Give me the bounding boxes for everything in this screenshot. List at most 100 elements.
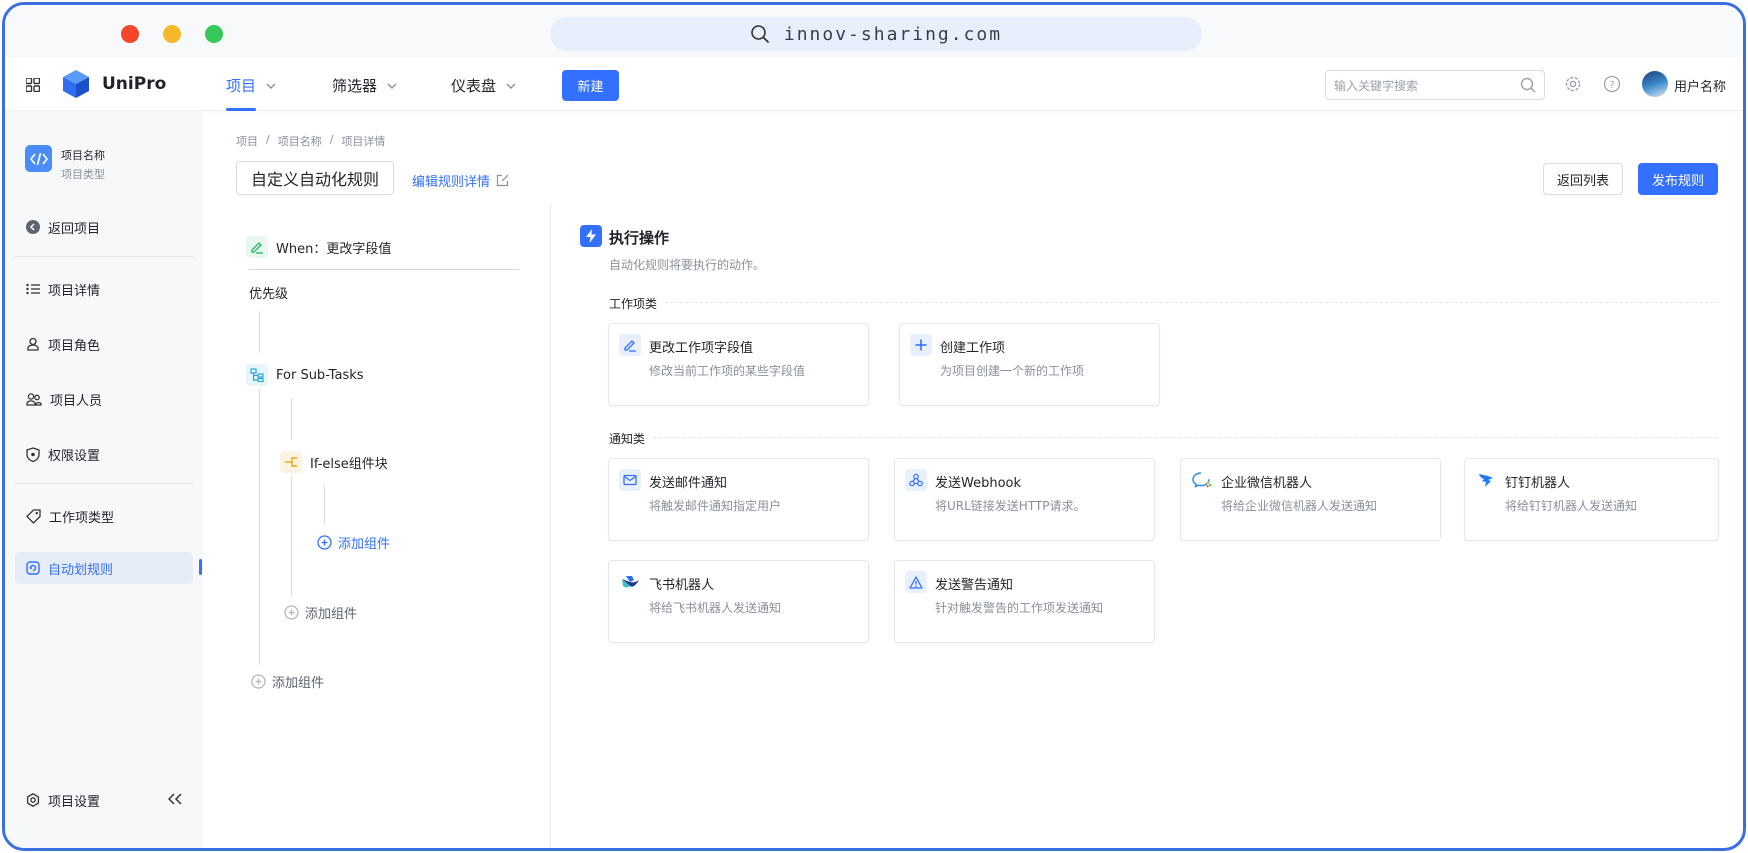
- warning-icon: [905, 571, 927, 593]
- search-input[interactable]: 输入关键字搜索: [1325, 70, 1545, 100]
- section-divider: [653, 437, 1718, 438]
- action-card-webhook[interactable]: 发送Webhook 将URL链接发送HTTP请求。: [894, 458, 1155, 541]
- add-component-inner-link[interactable]: 添加组件: [317, 533, 390, 552]
- nav-dashboard[interactable]: 仪表盘: [451, 75, 516, 96]
- nav-projects[interactable]: 项目: [226, 75, 276, 96]
- plus-circle-icon: [284, 605, 299, 620]
- action-card-change-field[interactable]: 更改工作项字段值 修改当前工作项的某些字段值: [608, 323, 869, 406]
- tag-icon: [26, 508, 41, 524]
- app-header: UniPro 项目 筛选器 仪表盘 新建 输入关键字搜索 ? 用户名称: [5, 57, 1743, 111]
- action-card-wecom[interactable]: 企业微信机器人 将给企业微信机器人发送通知: [1180, 458, 1441, 541]
- sidebar-divider: [15, 256, 193, 257]
- action-card-warning[interactable]: 发送警告通知 针对触发警告的工作项发送通知: [894, 560, 1155, 643]
- action-card-desc: 为项目创建一个新的工作项: [940, 364, 1085, 378]
- nav-dashboard-label: 仪表盘: [451, 77, 497, 95]
- action-card-dingtalk[interactable]: 钉钉机器人 将给钉钉机器人发送通知: [1464, 458, 1719, 541]
- trigger-node[interactable]: When：更改字段值: [246, 236, 391, 258]
- chevron-down-icon: [387, 83, 397, 89]
- plus-circle-icon: [317, 535, 332, 550]
- breadcrumb: 项目 / 项目名称 / 项目详情: [236, 133, 385, 149]
- publish-rule-button[interactable]: 发布规则: [1638, 163, 1718, 195]
- condition-label: If-else组件块: [310, 456, 388, 472]
- panel-divider: [550, 203, 551, 848]
- action-card-create-work-item[interactable]: 创建工作项 为项目创建一个新的工作项: [899, 323, 1160, 406]
- work-items-section-title: 工作项类: [609, 297, 658, 311]
- edit-icon: [619, 334, 641, 356]
- condition-node[interactable]: If-else组件块: [280, 451, 388, 473]
- settings-icon: [26, 793, 40, 807]
- action-card-feishu[interactable]: 飞书机器人 将给飞书机器人发送通知: [608, 560, 869, 643]
- sidebar-item-project-settings[interactable]: 项目设置: [15, 784, 193, 816]
- username[interactable]: 用户名称: [1674, 76, 1726, 95]
- sidebar-item-label: 项目角色: [48, 338, 101, 354]
- chevron-down-icon: [506, 83, 516, 89]
- action-card-title: 飞书机器人: [649, 578, 715, 593]
- breadcrumb-item[interactable]: 项目名称: [278, 133, 322, 149]
- maximize-window-button[interactable]: [205, 25, 223, 43]
- project-code-icon: [25, 145, 52, 172]
- sidebar-item-automation-rules[interactable]: 自动划规则: [15, 552, 193, 584]
- nav-filters[interactable]: 筛选器: [332, 75, 397, 96]
- new-button[interactable]: 新建: [562, 70, 619, 101]
- add-component-outer-link[interactable]: 添加组件: [251, 672, 324, 691]
- action-card-title: 创建工作项: [940, 341, 1006, 356]
- minimize-window-button[interactable]: [163, 25, 181, 43]
- edit-rule-details-link[interactable]: 编辑规则详情: [412, 171, 509, 190]
- collapse-sidebar-icon[interactable]: [168, 793, 182, 805]
- search-icon: [751, 25, 769, 43]
- add-component-label: 添加组件: [272, 676, 325, 691]
- sidebar-item-project-roles[interactable]: 项目角色: [15, 328, 193, 360]
- sidebar-item-label: 权限设置: [48, 448, 101, 464]
- close-window-button[interactable]: [121, 25, 139, 43]
- sidebar: 项目名称 项目类型 返回项目 项目详情 项目角色 项目人员 权限设置 工作项类型: [5, 111, 203, 848]
- address-bar[interactable]: innov-sharing.com: [550, 17, 1202, 51]
- browser-bar: innov-sharing.com: [5, 5, 1743, 57]
- external-edit-icon: [496, 174, 509, 187]
- help-icon[interactable]: ?: [1603, 75, 1621, 93]
- action-card-email[interactable]: 发送邮件通知 将触发邮件通知指定用户: [608, 458, 869, 541]
- webhook-icon: [905, 469, 927, 491]
- nav-active-indicator: [226, 108, 256, 111]
- action-card-desc: 将URL链接发送HTTP请求。: [935, 499, 1086, 513]
- sidebar-item-label: 自动划规则: [48, 562, 114, 578]
- edit-icon: [246, 236, 268, 258]
- add-component-label: 添加组件: [305, 607, 358, 622]
- add-component-middle-link[interactable]: 添加组件: [284, 603, 357, 622]
- sidebar-item-project-details[interactable]: 项目详情: [15, 273, 193, 305]
- sidebar-item-label: 项目详情: [48, 283, 101, 299]
- branch-node[interactable]: For Sub-Tasks: [246, 364, 364, 386]
- shield-icon: [26, 446, 40, 462]
- sidebar-active-indicator: [199, 559, 202, 575]
- lightning-icon: [580, 225, 602, 247]
- sidebar-item-work-item-types[interactable]: 工作项类型: [15, 500, 193, 532]
- action-card-desc: 将触发邮件通知指定用户: [649, 499, 782, 513]
- breadcrumb-separator: /: [329, 133, 334, 146]
- back-to-project-link[interactable]: 返回项目: [15, 211, 193, 243]
- sidebar-item-permissions[interactable]: 权限设置: [15, 438, 193, 470]
- action-card-desc: 将给飞书机器人发送通知: [649, 601, 782, 615]
- unipro-logo-icon: [63, 70, 89, 98]
- avatar[interactable]: [1642, 71, 1668, 97]
- list-icon: [26, 283, 40, 295]
- flow-connector: [259, 389, 260, 665]
- priority-field[interactable]: 优先级: [249, 283, 288, 302]
- action-card-title: 企业微信机器人: [1221, 476, 1313, 491]
- back-circle-icon: [26, 220, 40, 234]
- project-name: 项目名称: [61, 149, 105, 162]
- actions-subtitle: 自动化规则将要执行的动作。: [609, 258, 766, 272]
- branch-label: For Sub-Tasks: [276, 367, 364, 383]
- add-component-label: 添加组件: [338, 537, 391, 552]
- branch-icon: [246, 364, 268, 386]
- gear-icon[interactable]: [1564, 75, 1582, 93]
- flow-connector: [324, 485, 325, 525]
- sidebar-item-project-members[interactable]: 项目人员: [15, 383, 193, 415]
- nav-filters-label: 筛选器: [332, 77, 378, 95]
- app-grid-icon[interactable]: [26, 78, 40, 92]
- action-card-title: 更改工作项字段值: [649, 341, 754, 356]
- breadcrumb-item[interactable]: 项目: [236, 133, 258, 149]
- back-to-list-button[interactable]: 返回列表: [1543, 163, 1623, 195]
- plus-circle-icon: [251, 674, 266, 689]
- sidebar-item-label: 工作项类型: [49, 510, 115, 526]
- edit-rule-details-label: 编辑规则详情: [412, 175, 491, 190]
- action-card-title: 发送警告通知: [935, 578, 1014, 593]
